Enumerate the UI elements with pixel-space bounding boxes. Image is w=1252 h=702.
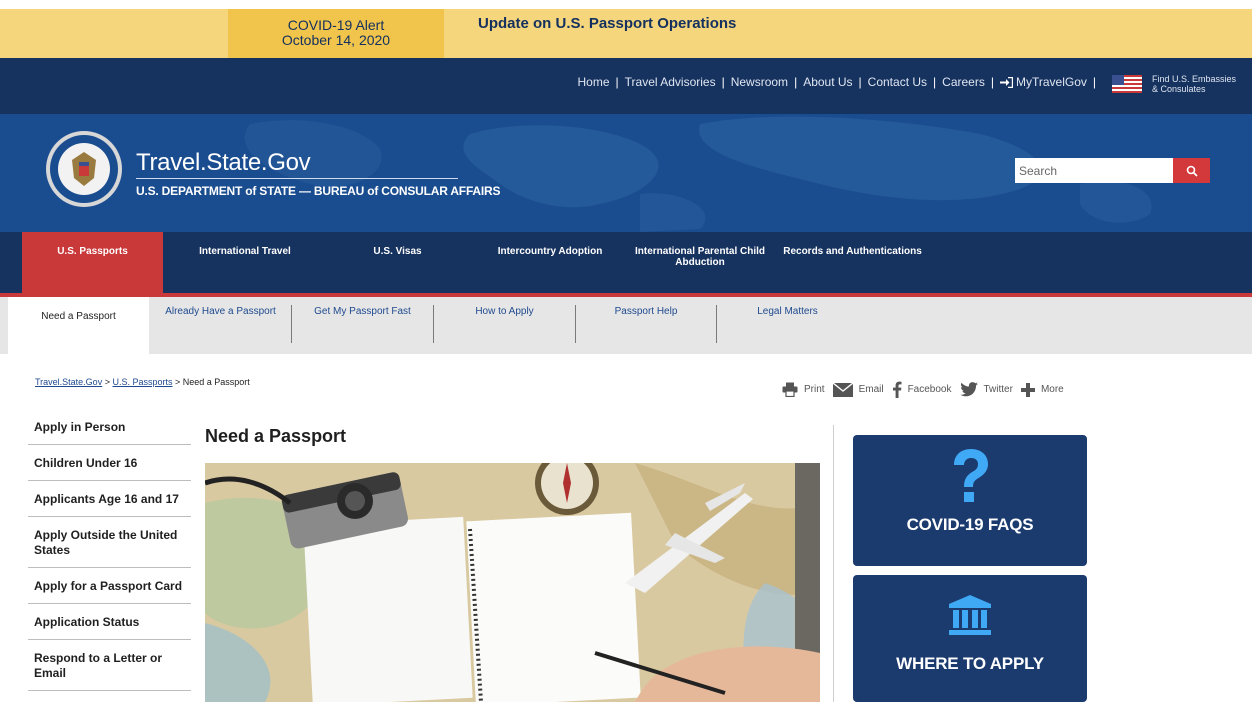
share-toolbar: Print Email Facebook Twitter More bbox=[782, 381, 1072, 398]
util-separator: | bbox=[615, 75, 619, 89]
sidebar-item-application-status[interactable]: Application Status bbox=[28, 604, 191, 640]
state-department-seal bbox=[46, 131, 122, 207]
search-input[interactable] bbox=[1015, 158, 1173, 183]
sign-in-icon bbox=[999, 76, 1013, 88]
content-divider bbox=[833, 425, 834, 702]
sidebar-item-apply-in-person[interactable]: Apply in Person bbox=[28, 409, 191, 445]
find-embassies-link[interactable]: Find U.S. Embassies & Consulates bbox=[1112, 74, 1236, 94]
embassies-line1: Find U.S. Embassies bbox=[1152, 74, 1237, 84]
plus-icon bbox=[1020, 382, 1035, 397]
search-button[interactable] bbox=[1173, 158, 1210, 183]
alert-label-date: October 14, 2020 bbox=[281, 32, 391, 48]
main-nav-intercountry-adoption[interactable]: Intercountry Adoption bbox=[480, 232, 620, 293]
covid-alert-bar: COVID-19 Alert October 14, 2020 Update o… bbox=[0, 9, 1252, 58]
main-nav-records-authentications[interactable]: Records and Authentications bbox=[780, 232, 925, 293]
left-sidebar: Apply in Person Children Under 16 Applic… bbox=[28, 409, 191, 691]
sidebar-item-passport-card[interactable]: Apply for a Passport Card bbox=[28, 568, 191, 604]
util-separator: | bbox=[990, 75, 994, 89]
alert-label-line1: COVID-19 Alert bbox=[287, 17, 385, 33]
breadcrumb-separator: > bbox=[172, 377, 183, 387]
sub-nav-how-to-apply[interactable]: How to Apply bbox=[434, 297, 575, 354]
main-nav-us-visas[interactable]: U.S. Visas bbox=[330, 232, 465, 293]
twitter-bird-icon bbox=[959, 382, 978, 397]
embassies-text: Find U.S. Embassies & Consulates bbox=[1152, 74, 1236, 94]
site-subtitle: U.S. DEPARTMENT of STATE — BUREAU of CON… bbox=[136, 184, 501, 198]
page-title: Need a Passport bbox=[205, 426, 347, 446]
main-nav-international-travel[interactable]: International Travel bbox=[175, 232, 315, 293]
question-mark-icon bbox=[954, 449, 988, 502]
facebook-label: Facebook bbox=[907, 384, 952, 395]
more-share-button[interactable]: More bbox=[1020, 382, 1064, 397]
facebook-button[interactable]: Facebook bbox=[892, 381, 952, 398]
main-nav-parental-child-abduction[interactable]: International Parental Child Abduction bbox=[630, 232, 770, 293]
print-label: Print bbox=[804, 384, 825, 395]
util-link-home[interactable]: Home bbox=[578, 75, 610, 89]
util-separator: | bbox=[721, 75, 725, 89]
sub-nav-legal-matters[interactable]: Legal Matters bbox=[717, 297, 858, 354]
email-button[interactable]: Email bbox=[832, 382, 884, 397]
breadcrumb: Travel.State.Gov > U.S. Passports > Need… bbox=[35, 377, 250, 387]
sub-nav: Need a Passport Already Have a Passport … bbox=[0, 297, 1252, 354]
util-separator: | bbox=[858, 75, 862, 89]
embassies-line2: & Consulates bbox=[1152, 84, 1206, 94]
util-separator: | bbox=[794, 75, 798, 89]
util-separator: | bbox=[933, 75, 937, 89]
util-link-newsroom[interactable]: Newsroom bbox=[731, 75, 788, 89]
utility-links: Home | Travel Advisories | Newsroom | Ab… bbox=[578, 75, 1102, 89]
alert-label[interactable]: COVID-19 Alert October 14, 2020 bbox=[228, 9, 444, 58]
util-link-contact-us[interactable]: Contact Us bbox=[868, 75, 927, 89]
more-label: More bbox=[1040, 384, 1064, 395]
sub-nav-passport-help[interactable]: Passport Help bbox=[576, 297, 716, 354]
util-separator: | bbox=[1092, 75, 1096, 89]
facebook-icon bbox=[892, 381, 902, 398]
main-nav: U.S. Passports International Travel U.S.… bbox=[0, 232, 1252, 293]
printer-icon bbox=[782, 382, 798, 397]
breadcrumb-home[interactable]: Travel.State.Gov bbox=[35, 377, 102, 387]
breadcrumb-separator: > bbox=[102, 377, 113, 387]
utility-nav-bar: Home | Travel Advisories | Newsroom | Ab… bbox=[0, 58, 1252, 114]
page: COVID-19 Alert October 14, 2020 Update o… bbox=[0, 0, 1252, 702]
util-link-mytravelgov[interactable]: MyTravelGov bbox=[999, 75, 1087, 89]
util-link-about-us[interactable]: About Us bbox=[803, 75, 852, 89]
util-link-travel-advisories[interactable]: Travel Advisories bbox=[625, 75, 716, 89]
title-divider bbox=[136, 178, 458, 179]
us-flag-icon bbox=[1112, 75, 1142, 93]
twitter-button[interactable]: Twitter bbox=[959, 382, 1013, 397]
building-columns-icon bbox=[949, 595, 991, 635]
mytravelgov-label: MyTravelGov bbox=[1015, 75, 1087, 89]
email-label: Email bbox=[858, 384, 884, 395]
main-nav-us-passports[interactable]: U.S. Passports bbox=[22, 232, 163, 293]
alert-title-link[interactable]: Update on U.S. Passport Operations bbox=[478, 15, 736, 32]
magnifier-icon bbox=[1186, 165, 1198, 177]
envelope-icon bbox=[832, 382, 853, 397]
sidebar-item-apply-outside-us[interactable]: Apply Outside the United States bbox=[28, 517, 191, 568]
twitter-label: Twitter bbox=[983, 384, 1013, 395]
sidebar-item-applicants-16-17[interactable]: Applicants Age 16 and 17 bbox=[28, 481, 191, 517]
where-to-apply-tile[interactable]: WHERE TO APPLY bbox=[853, 575, 1087, 702]
util-link-careers[interactable]: Careers bbox=[942, 75, 985, 89]
sidebar-item-respond-letter[interactable]: Respond to a Letter or Email bbox=[28, 640, 191, 691]
site-title-link[interactable]: Travel.State.Gov bbox=[136, 150, 311, 176]
breadcrumb-current: Need a Passport bbox=[182, 377, 250, 387]
breadcrumb-section[interactable]: U.S. Passports bbox=[112, 377, 172, 387]
hero-image-passport-travel bbox=[205, 463, 820, 702]
covid-faqs-label: COVID-19 FAQS bbox=[906, 515, 1034, 534]
covid-faqs-tile[interactable]: COVID-19 FAQS bbox=[853, 435, 1087, 566]
sub-nav-already-have-passport[interactable]: Already Have a Passport bbox=[150, 297, 291, 354]
sub-nav-get-passport-fast[interactable]: Get My Passport Fast bbox=[292, 297, 433, 354]
sub-nav-need-a-passport[interactable]: Need a Passport bbox=[8, 297, 149, 354]
sidebar-item-children-under-16[interactable]: Children Under 16 bbox=[28, 445, 191, 481]
print-button[interactable]: Print bbox=[782, 382, 825, 397]
where-to-apply-label: WHERE TO APPLY bbox=[896, 654, 1044, 673]
